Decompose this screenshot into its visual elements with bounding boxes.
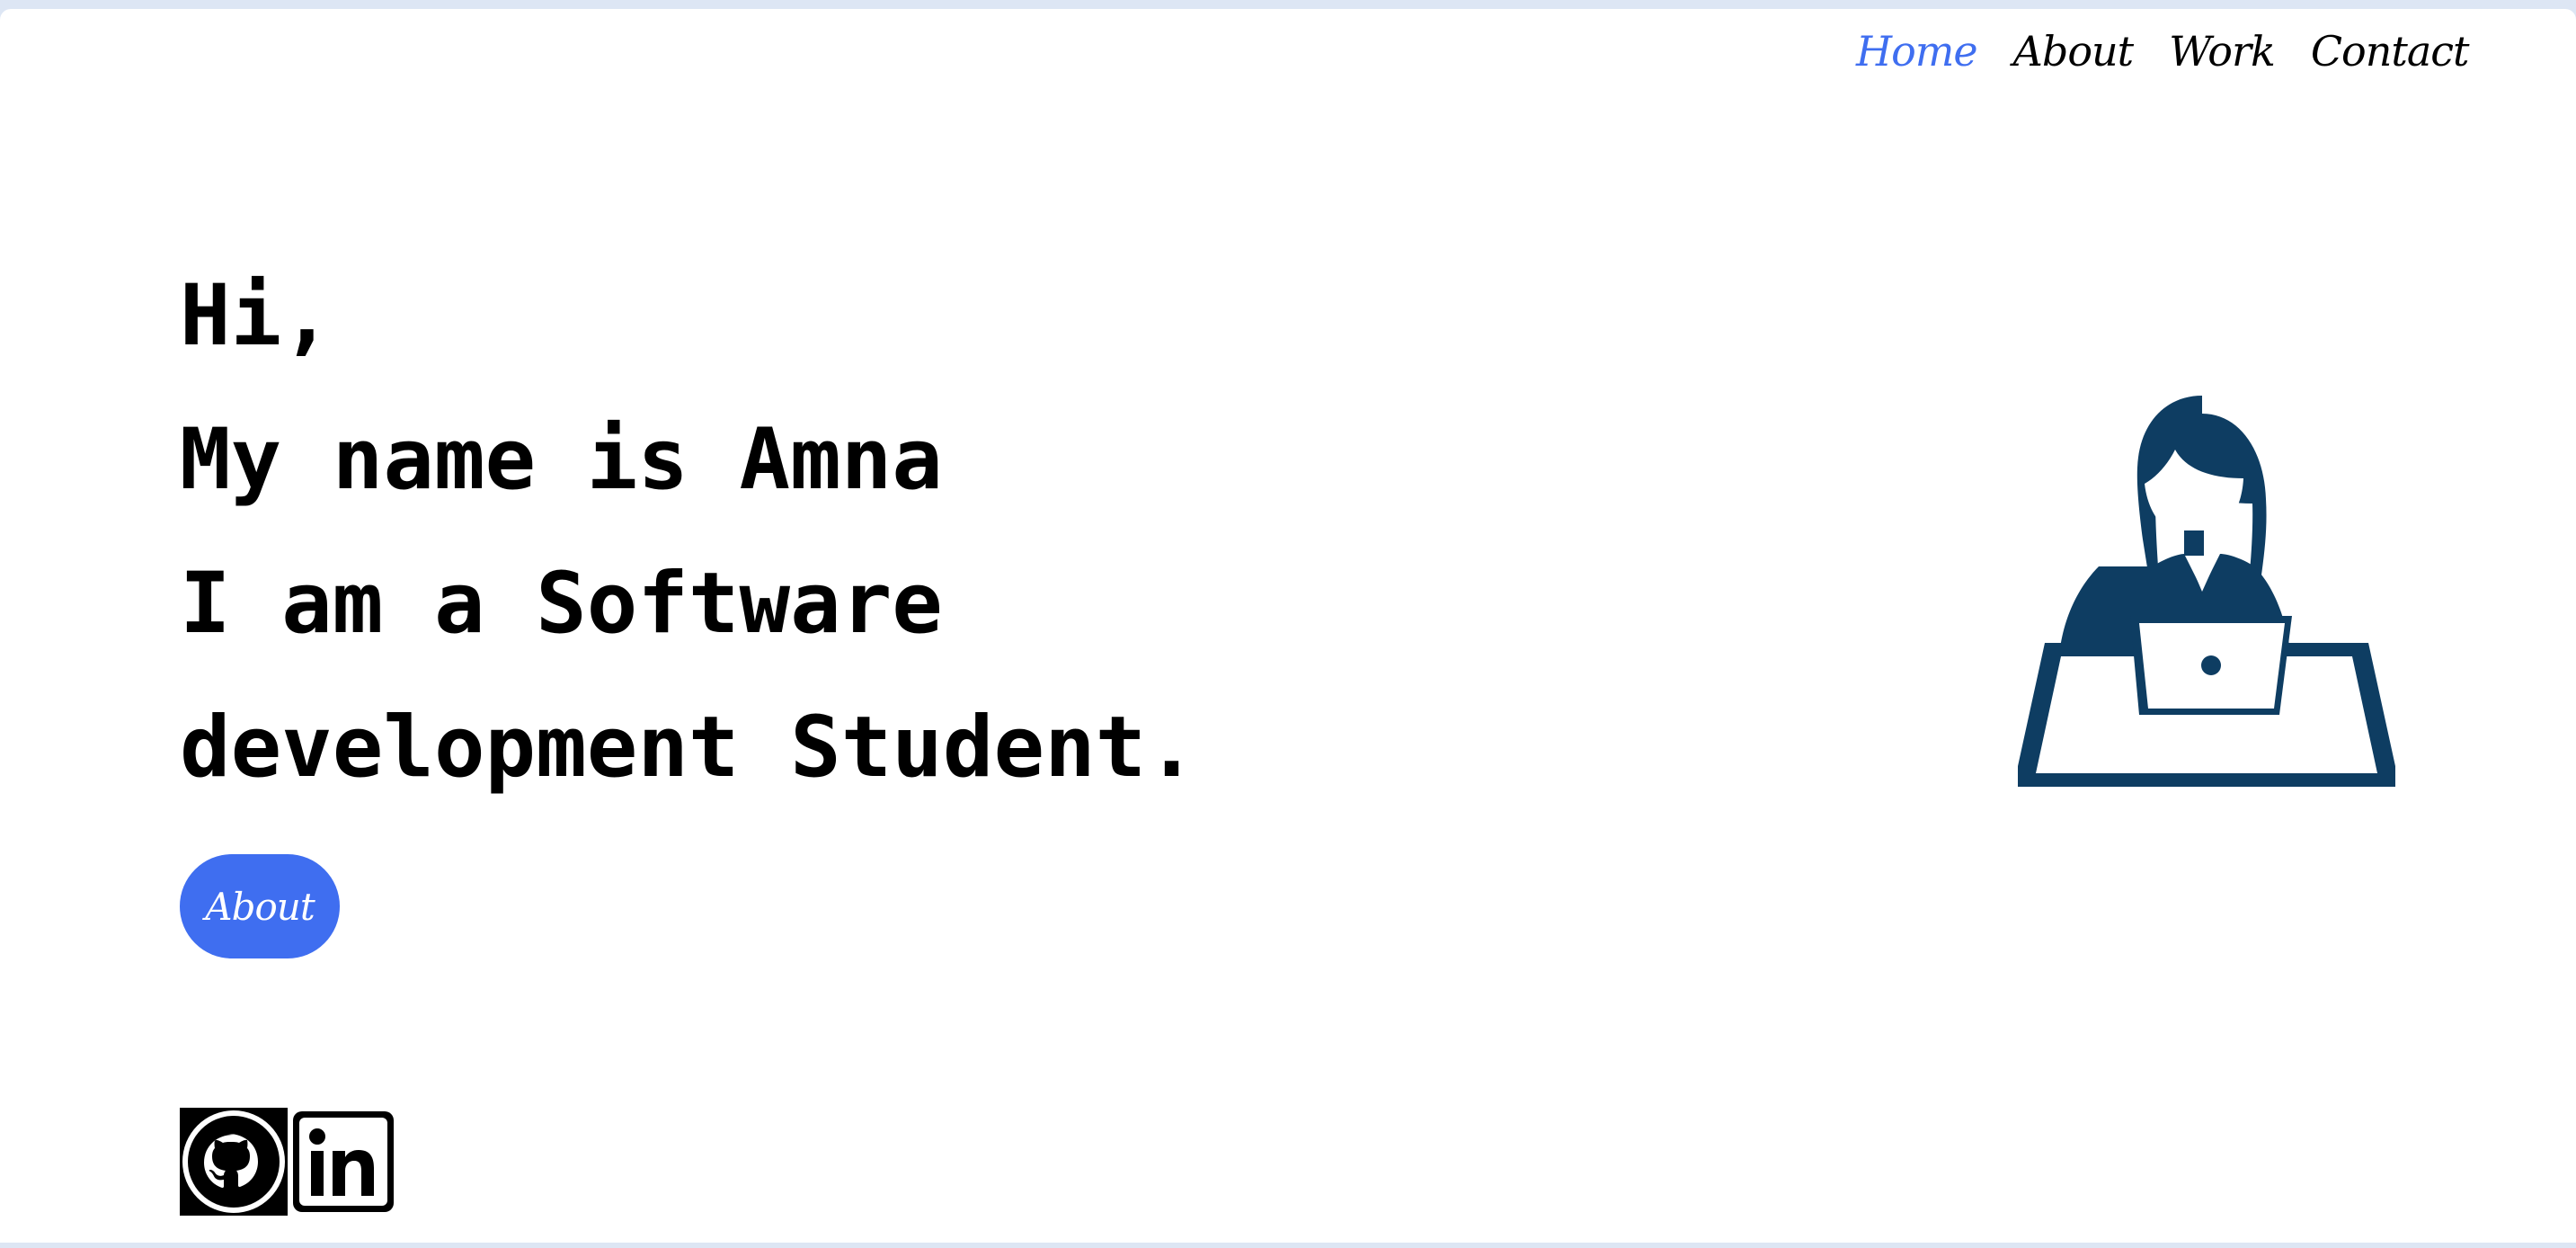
page: Home About Work Contact Hi, My name is A… xyxy=(0,9,2576,1243)
hero-line-role-cont: development Student. xyxy=(180,699,1197,797)
hero-line-greeting: Hi, xyxy=(180,267,333,365)
nav-work-link[interactable]: Work xyxy=(2169,27,2276,76)
nav-about-link[interactable]: About xyxy=(2013,27,2134,76)
hero-line-role: I am a Software xyxy=(180,555,943,653)
nav-home-link[interactable]: Home xyxy=(1856,27,1978,76)
woman-at-laptop-icon xyxy=(2018,396,2395,787)
nav-contact-link[interactable]: Contact xyxy=(2311,27,2470,76)
linkedin-icon[interactable] xyxy=(289,1108,397,1216)
hero-heading: Hi, My name is Amna I am a Software deve… xyxy=(180,245,1197,820)
hero-line-name: My name is Amna xyxy=(180,411,943,509)
social-links xyxy=(180,1108,397,1216)
github-icon[interactable] xyxy=(180,1108,288,1216)
top-nav: Home About Work Contact xyxy=(1856,27,2470,76)
about-button[interactable]: About xyxy=(180,854,340,958)
